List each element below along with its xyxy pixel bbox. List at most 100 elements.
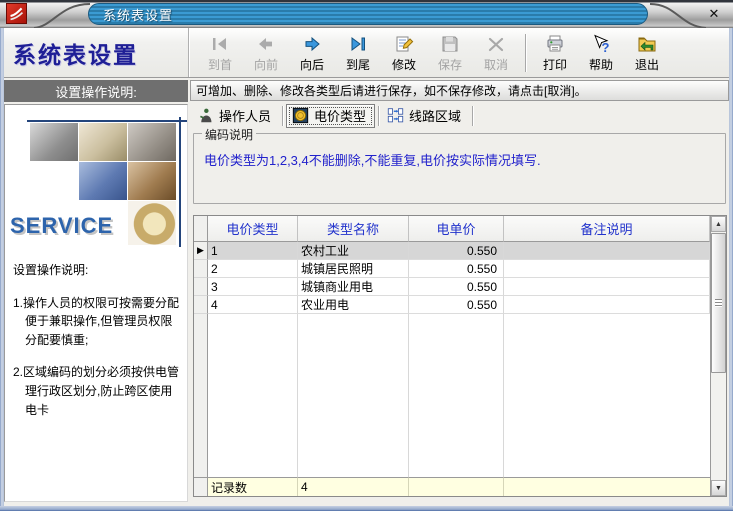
title-bar: 系统表设置 ✕ bbox=[0, 0, 733, 28]
scroll-down-button[interactable]: ▼ bbox=[711, 480, 726, 496]
scroll-up-button[interactable]: ▲ bbox=[711, 216, 726, 232]
print-icon bbox=[543, 33, 567, 55]
toolbar-separator bbox=[525, 34, 526, 72]
cell-price[interactable]: 0.550 bbox=[409, 242, 504, 260]
groupbox-title: 编码说明 bbox=[202, 126, 256, 143]
scrollbar-track[interactable] bbox=[711, 373, 726, 480]
service-text: SERVICE bbox=[10, 213, 113, 239]
code-description-groupbox: 编码说明 电价类型为1,2,3,4不能删除,不能重复,电价按实际情况填写. bbox=[193, 133, 726, 204]
cell-note[interactable] bbox=[504, 260, 710, 278]
collage-line-right bbox=[179, 117, 181, 247]
cell-name[interactable]: 农业用电 bbox=[298, 296, 409, 314]
photo-keyboard bbox=[79, 162, 127, 200]
photo-watch bbox=[128, 201, 176, 245]
edit-icon bbox=[392, 33, 416, 55]
cell-name[interactable]: 农村工业 bbox=[298, 242, 409, 260]
first-record-icon bbox=[208, 33, 232, 55]
cell-price[interactable]: 0.550 bbox=[409, 278, 504, 296]
cell-price[interactable]: 0.550 bbox=[409, 260, 504, 278]
cancel-button: 取消 bbox=[473, 31, 519, 75]
record-count-value: 4 bbox=[298, 477, 409, 496]
row-selector[interactable] bbox=[194, 296, 208, 314]
cell-name[interactable]: 城镇商业用电 bbox=[298, 278, 409, 296]
last-record-icon bbox=[346, 33, 370, 55]
col-header-note: 备注说明 bbox=[504, 216, 710, 242]
exit-icon bbox=[635, 33, 659, 55]
help-button[interactable]: ? 帮助 bbox=[578, 31, 624, 75]
selector-header-cell bbox=[194, 216, 208, 242]
window-frame-left bbox=[0, 28, 4, 511]
prev-record-icon bbox=[254, 33, 278, 55]
tab-operators[interactable]: 操作人员 bbox=[192, 104, 279, 128]
instructions-title: 设置操作说明: bbox=[13, 261, 181, 280]
edit-button[interactable]: 修改 bbox=[381, 31, 427, 75]
print-button[interactable]: 打印 bbox=[532, 31, 578, 75]
tab-bar: 操作人员 电价类型 线路区域 bbox=[192, 103, 729, 128]
col-header-type: 电价类型 bbox=[208, 216, 298, 242]
instruction-item: 1.操作人员的权限可按需要分配便于兼职操作,但管理员权限分配要慎重; bbox=[13, 294, 181, 350]
cell-note[interactable] bbox=[504, 242, 710, 260]
photo-clips bbox=[128, 123, 176, 161]
price-type-grid: 电价类型 类型名称 电单价 备注说明 ▶ 1 农村工业 0.550 2 城镇居民… bbox=[193, 215, 727, 497]
filler-cell bbox=[298, 314, 409, 477]
window-frame-bottom bbox=[0, 506, 733, 511]
toolbar: 系统表设置 到首 向前 向后 到尾 bbox=[1, 28, 732, 78]
window-frame-right bbox=[729, 28, 733, 511]
help-icon: ? bbox=[589, 33, 613, 55]
close-button[interactable]: ✕ bbox=[705, 6, 723, 22]
filler-cell bbox=[208, 314, 298, 477]
notice-bar: 可增加、删除、修改各类型后请进行保存，如不保存修改，请点击[取消]。 bbox=[190, 80, 729, 101]
photo-tool bbox=[30, 123, 78, 161]
titlebar-swoosh-left bbox=[32, 2, 92, 28]
cell-type[interactable]: 2 bbox=[208, 260, 298, 278]
vertical-scrollbar[interactable]: ▲ ▼ bbox=[710, 216, 726, 496]
cell-name[interactable]: 城镇居民照明 bbox=[298, 260, 409, 278]
first-button: 到首 bbox=[197, 31, 243, 75]
tab-separator bbox=[378, 106, 379, 126]
tab-line-regions[interactable]: 线路区域 bbox=[382, 104, 469, 128]
scrollbar-thumb[interactable] bbox=[711, 233, 726, 373]
photo-hand bbox=[128, 162, 176, 200]
row-selector[interactable]: ▶ bbox=[194, 242, 208, 260]
sidebar-header: 设置操作说明: bbox=[4, 80, 188, 102]
col-header-name: 类型名称 bbox=[298, 216, 409, 242]
instruction-item: 2.区域编码的划分必须按供电管理行政区划分,防止跨区使用电卡 bbox=[13, 363, 181, 419]
footer-selector-cell bbox=[194, 477, 208, 496]
cell-type[interactable]: 3 bbox=[208, 278, 298, 296]
cell-note[interactable] bbox=[504, 278, 710, 296]
save-button: 保存 bbox=[427, 31, 473, 75]
last-button[interactable]: 到尾 bbox=[335, 31, 381, 75]
page-title: 系统表设置 bbox=[1, 28, 189, 77]
next-button[interactable]: 向后 bbox=[289, 31, 335, 75]
filler-cell bbox=[194, 314, 208, 477]
window-title: 系统表设置 bbox=[103, 5, 173, 24]
groupbox-text: 电价类型为1,2,3,4不能删除,不能重复,电价按实际情况填写. bbox=[204, 150, 725, 169]
prev-button: 向前 bbox=[243, 31, 289, 75]
row-selector[interactable] bbox=[194, 260, 208, 278]
cell-note[interactable] bbox=[504, 296, 710, 314]
footer-cell bbox=[409, 477, 504, 496]
app-logo-icon bbox=[6, 3, 27, 24]
exit-button[interactable]: 退出 bbox=[624, 31, 670, 75]
next-record-icon bbox=[300, 33, 324, 55]
cell-type[interactable]: 4 bbox=[208, 296, 298, 314]
footer-cell bbox=[504, 477, 710, 496]
sidebar-panel: SERVICE 设置操作说明: 1.操作人员的权限可按需要分配便于兼职操作,但管… bbox=[4, 104, 188, 502]
filler-cell bbox=[409, 314, 504, 477]
filler-cell bbox=[504, 314, 710, 477]
cell-price[interactable]: 0.550 bbox=[409, 296, 504, 314]
toolbar-buttons: 到首 向前 向后 到尾 修改 bbox=[189, 28, 670, 77]
cell-type[interactable]: 1 bbox=[208, 242, 298, 260]
tab-price-types[interactable]: 电价类型 bbox=[286, 104, 375, 128]
tab-separator bbox=[282, 106, 283, 126]
service-collage: SERVICE bbox=[5, 105, 187, 255]
row-selector[interactable] bbox=[194, 278, 208, 296]
person-icon bbox=[197, 107, 214, 124]
grid-table: 电价类型 类型名称 电单价 备注说明 ▶ 1 农村工业 0.550 2 城镇居民… bbox=[194, 216, 710, 496]
app-window: 系统表设置 ✕ 系统表设置 到首 向前 向后 bbox=[0, 0, 733, 511]
svg-text:?: ? bbox=[602, 40, 610, 54]
photo-pen bbox=[79, 123, 127, 161]
col-header-price: 电单价 bbox=[409, 216, 504, 242]
record-count-label: 记录数 bbox=[208, 477, 298, 496]
cancel-icon bbox=[484, 33, 508, 55]
